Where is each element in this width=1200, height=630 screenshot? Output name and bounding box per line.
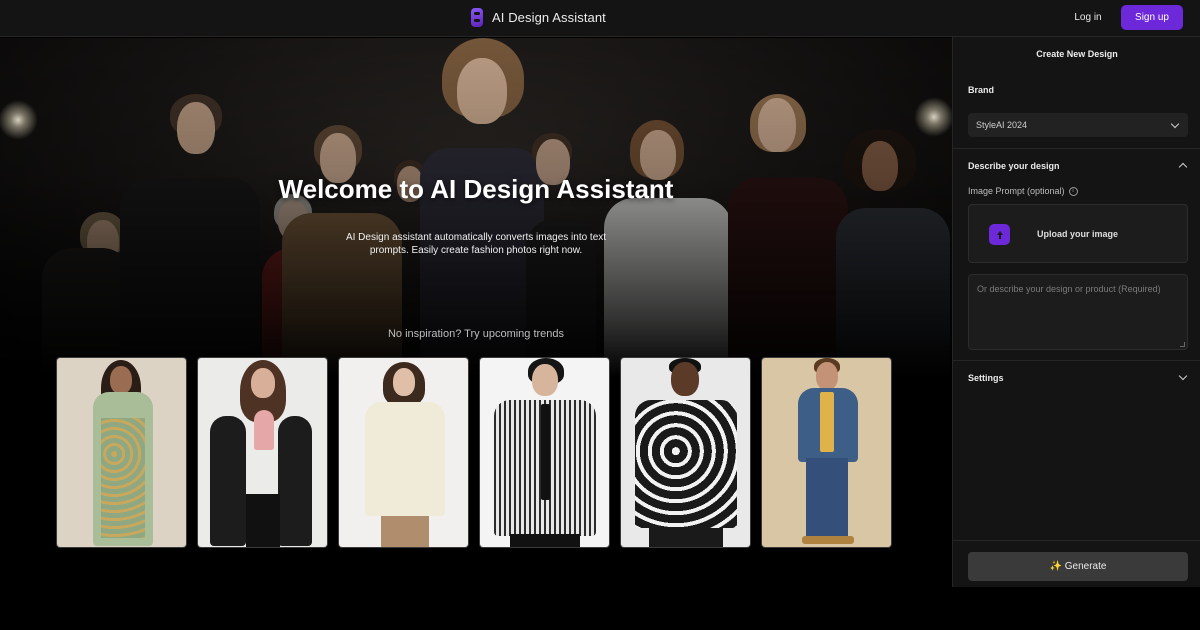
signup-button[interactable]: Sign up — [1121, 5, 1183, 30]
upload-icon — [989, 224, 1010, 245]
trend-card-floral-dress[interactable] — [56, 357, 187, 548]
app-brand[interactable]: AI Design Assistant — [471, 8, 606, 27]
upload-image-dropzone[interactable]: Upload your image — [968, 204, 1188, 263]
chevron-down-icon — [1170, 119, 1180, 129]
app-logo-icon — [471, 8, 483, 27]
trend-card-cream-sweater[interactable] — [338, 357, 469, 548]
login-button[interactable]: Log in — [1063, 8, 1113, 27]
generate-bar: ✨ Generate — [952, 540, 1200, 587]
hero-section: Welcome to AI Design Assistant AI Design… — [0, 38, 952, 630]
description-placeholder: Or describe your design or product (Requ… — [977, 284, 1161, 294]
brand-select-value: StyleAI 2024 — [976, 120, 1028, 130]
trend-card-floral-shirt[interactable] — [620, 357, 751, 548]
trend-cards — [56, 357, 892, 548]
top-bar: AI Design Assistant Log in Sign up — [0, 0, 1200, 37]
brand-label: Brand — [968, 85, 995, 95]
hero-subtitle: AI Design assistant automatically conver… — [345, 232, 607, 256]
chevron-down-icon[interactable] — [1178, 371, 1188, 381]
trend-card-denim-jacket[interactable] — [761, 357, 892, 548]
trend-card-striped-shirt[interactable] — [479, 357, 610, 548]
divider — [953, 148, 1200, 149]
info-icon[interactable]: i — [1068, 186, 1078, 196]
create-design-panel: Create New Design Brand StyleAI 2024 Des… — [952, 37, 1200, 587]
app-name: AI Design Assistant — [492, 10, 606, 25]
describe-section-toggle[interactable]: Describe your design — [968, 161, 1060, 171]
panel-title: Create New Design — [1036, 49, 1118, 59]
trend-card-leather-jacket[interactable] — [197, 357, 328, 548]
description-textarea[interactable]: Or describe your design or product (Requ… — [968, 274, 1188, 350]
settings-section-toggle[interactable]: Settings — [968, 373, 1004, 383]
upload-label: Upload your image — [1037, 229, 1119, 239]
generate-button[interactable]: ✨ Generate — [968, 552, 1188, 581]
brand-select[interactable]: StyleAI 2024 — [968, 113, 1188, 137]
divider — [953, 360, 1200, 361]
inspiration-text: No inspiration? Try upcoming trends — [387, 328, 565, 340]
image-prompt-text: Image Prompt (optional) — [968, 186, 1065, 196]
hero-title: Welcome to AI Design Assistant — [278, 174, 674, 204]
resize-handle-icon[interactable] — [1180, 342, 1185, 347]
chevron-up-icon[interactable] — [1178, 162, 1188, 172]
image-prompt-label: Image Prompt (optional) i — [968, 186, 1078, 196]
hero-gradient-overlay — [0, 38, 952, 378]
